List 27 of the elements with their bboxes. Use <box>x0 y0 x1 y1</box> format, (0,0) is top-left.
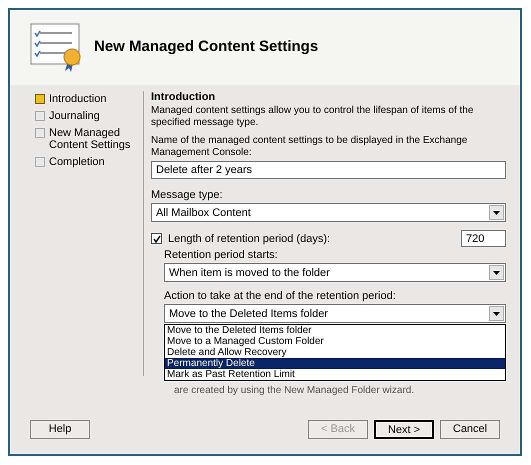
note-text: are created by using the New Managed Folder wizard. <box>173 385 416 397</box>
wizard-button[interactable]: Help <box>30 420 90 438</box>
dropdown-option[interactable]: Permanently Delete <box>165 358 505 369</box>
dropdown-option[interactable]: Move to the Deleted Items folder <box>165 325 505 336</box>
field-label: Message type: <box>151 189 224 201</box>
dropdown-option[interactable]: Delete and Allow Recovery <box>165 347 505 358</box>
wizard-button[interactable]: Cancel <box>440 420 500 438</box>
retention-start-dropdown[interactable]: When item is moved to the folder <box>164 263 506 282</box>
dropdown-option[interactable]: Move to a Managed Custom Folder <box>165 336 505 347</box>
field-label: Action to take at the end of the retention period: <box>164 290 397 302</box>
wizard-button[interactable]: Next > <box>374 420 434 438</box>
name-input-field[interactable]: Delete after 2 years <box>151 161 506 179</box>
message-type-dropdown[interactable]: All Mailbox Content <box>151 203 506 222</box>
checkbox-label: Length of retention period (days): <box>168 232 332 244</box>
days-input-field[interactable]: 720 <box>461 230 506 247</box>
step-item[interactable]: New Managed Content Settings <box>49 127 139 151</box>
action-dropdown[interactable]: Move to the Deleted Items folder <box>164 304 506 323</box>
field-label: Name of the managed content settings to be displayed in the Exchange Management Console: <box>151 135 468 159</box>
step-item[interactable]: Introduction <box>49 93 106 105</box>
field-label: Retention period starts: <box>164 249 279 261</box>
wizard-title: New Managed Content Settings <box>94 37 318 58</box>
step-item[interactable]: Completion <box>49 156 105 168</box>
step-item[interactable]: Journaling <box>49 110 100 122</box>
dropdown-option[interactable]: Mark as Past Retention Limit <box>165 369 505 380</box>
checkbox[interactable] <box>151 233 162 244</box>
section-heading: Introduction <box>151 91 216 103</box>
section-description: Managed content settings allow you to control the lifespan of items of the specified message type. <box>151 105 474 129</box>
